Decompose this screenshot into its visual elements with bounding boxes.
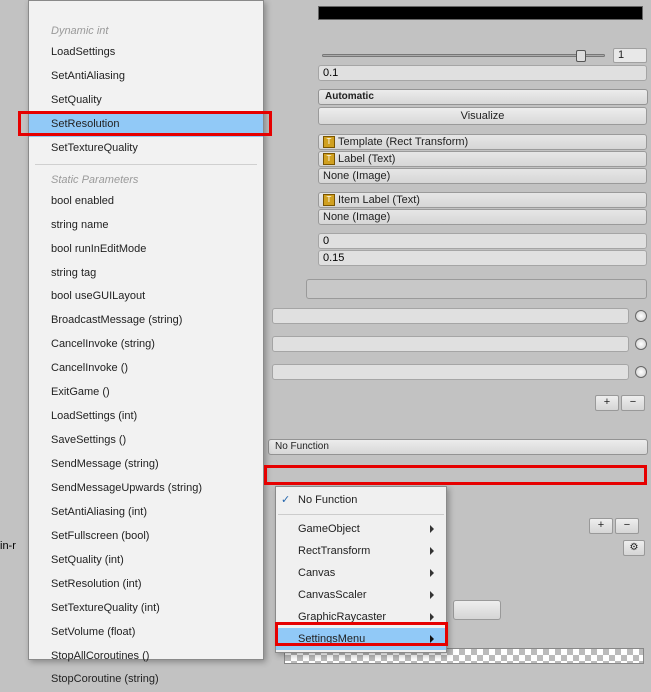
submenu-label: RectTransform [298,545,370,557]
menu-item[interactable]: StopCoroutine (string) [29,668,263,692]
gear-icon[interactable]: ⚙ [623,540,645,556]
none-image-2: None (Image) [323,211,390,223]
menu-item[interactable]: LoadSettings [29,41,263,65]
submenu-label: SettingsMenu [298,633,365,645]
menu-item[interactable]: SetVolume (float) [29,621,263,645]
menu-item[interactable]: SaveSettings () [29,429,263,453]
object-picker-icon[interactable] [635,338,647,350]
label-field[interactable]: T Label (Text) [318,151,647,167]
add-button-2[interactable]: + [589,518,613,534]
menu-item[interactable]: SetQuality (int) [29,549,263,573]
small-button[interactable] [453,600,501,620]
slider-thumb[interactable] [576,50,586,62]
template-field[interactable]: T Template (Rect Transform) [318,134,647,150]
section-header-static: Static Parameters [29,168,263,190]
menu-item[interactable]: SetResolution [29,113,263,137]
object-picker-icon[interactable] [635,310,647,322]
menu-item[interactable]: SendMessage (string) [29,453,263,477]
submenu-label: CanvasScaler [298,589,366,601]
visualize-button[interactable]: Visualize [318,107,647,125]
menu-item[interactable]: CancelInvoke () [29,357,263,381]
value-field-b[interactable]: 0 [318,233,647,249]
submenu-label: Canvas [298,567,335,579]
menu-item[interactable]: SetAntiAliasing (int) [29,501,263,525]
function-menu[interactable]: Dynamic int LoadSettingsSetAntiAliasingS… [28,0,264,660]
menu-item[interactable]: bool useGUILayout [29,285,263,309]
submenu-item[interactable]: GraphicRaycaster [276,606,446,628]
automatic-dropdown[interactable]: Automatic [318,89,648,105]
color-swatch[interactable] [318,6,643,20]
menu-item[interactable]: bool enabled [29,190,263,214]
add-button[interactable]: + [595,395,619,411]
submenu-item[interactable]: SettingsMenu [276,628,446,650]
menu-item[interactable]: CancelInvoke (string) [29,333,263,357]
none-image-1: None (Image) [323,170,390,182]
menu-item[interactable]: string name [29,214,263,238]
value-field-c[interactable]: 0.15 [318,250,647,266]
menu-item[interactable]: LoadSettings (int) [29,405,263,429]
menu-item[interactable]: SendMessageUpwards (string) [29,477,263,501]
template-label: Template (Rect Transform) [338,136,468,148]
menu-item[interactable]: string tag [29,262,263,286]
menu-item[interactable]: SetQuality [29,89,263,113]
submenu-item[interactable]: ✓ No Function [276,489,446,511]
menu-item[interactable]: SetAntiAliasing [29,65,263,89]
section-header-dynamic: Dynamic int [29,1,263,41]
value-field-a[interactable]: 0.1 [318,65,647,81]
slider-value[interactable]: 1 [613,48,647,63]
image-field-1[interactable]: None (Image) [318,168,647,184]
submenu-item[interactable]: RectTransform [276,540,446,562]
object-picker-icon[interactable] [635,366,647,378]
object-icon: T [323,153,335,165]
menu-item[interactable]: SetResolution (int) [29,573,263,597]
event-section [306,279,647,299]
submenu-divider [278,514,444,515]
submenu-item[interactable]: GameObject [276,518,446,540]
check-icon: ✓ [281,493,293,505]
no-function-bar[interactable]: No Function [268,439,648,455]
empty-field-1[interactable] [272,308,629,324]
object-icon: T [323,136,335,148]
menu-divider [35,164,257,165]
submenu-label: GameObject [298,523,360,535]
empty-field-2[interactable] [272,336,629,352]
menu-item[interactable]: StopAllCoroutines () [29,645,263,669]
submenu-item[interactable]: Canvas [276,562,446,584]
submenu-label: No Function [298,494,357,506]
submenu-label: GraphicRaycaster [298,611,386,623]
menu-item[interactable]: SetFullscreen (bool) [29,525,263,549]
slider-track[interactable] [322,54,605,57]
image-field-2[interactable]: None (Image) [318,209,647,225]
object-icon: T [323,194,335,206]
menu-item[interactable]: BroadcastMessage (string) [29,309,263,333]
menu-item[interactable]: SetTextureQuality (int) [29,597,263,621]
side-label: in-r [0,540,16,552]
label-text: Label (Text) [338,153,395,165]
empty-field-3[interactable] [272,364,629,380]
item-label-field[interactable]: T Item Label (Text) [318,192,647,208]
menu-item[interactable]: ExitGame () [29,381,263,405]
remove-button[interactable]: − [621,395,645,411]
remove-button-2[interactable]: − [615,518,639,534]
component-submenu[interactable]: ✓ No Function GameObject RectTransform Canva… [275,486,447,653]
menu-item[interactable]: bool runInEditMode [29,238,263,262]
item-label-text: Item Label (Text) [338,194,420,206]
submenu-item[interactable]: CanvasScaler [276,584,446,606]
menu-item[interactable]: SetTextureQuality [29,137,263,161]
